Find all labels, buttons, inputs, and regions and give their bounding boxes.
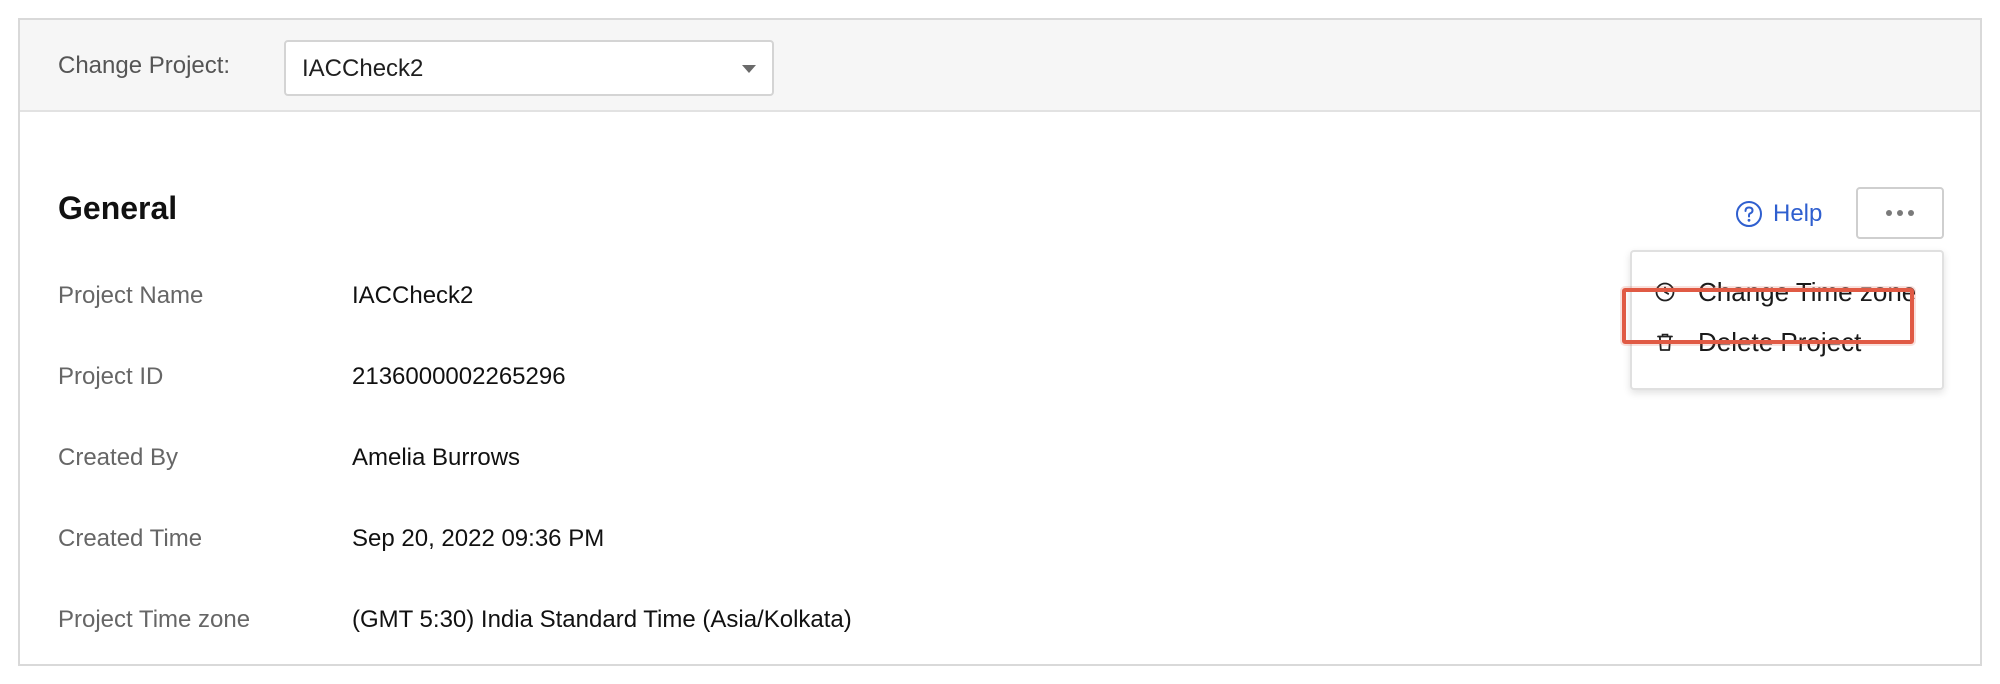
menu-item-label: Delete Project [1698,326,1862,357]
more-dot-icon [1886,210,1892,216]
menu-item-change-time-zone[interactable]: Change Time zone [1632,268,1942,316]
help-link[interactable]: Help [1735,196,1822,232]
created-by-value: Amelia Burrows [352,444,521,471]
clock-icon [1655,282,1675,302]
project-switcher-bar: Change Project: IACCheck2 [20,20,1980,112]
trash-icon [1657,333,1673,351]
project-select-value: IACCheck2 [302,55,424,82]
menu-item-label: Change Time zone [1698,276,1917,307]
created-time-label: Created Time [58,525,203,552]
project-id-label: Project ID [58,363,164,390]
help-label: Help [1773,200,1823,227]
project-id-value: 2136000002265296 [352,363,566,390]
project-select[interactable]: IACCheck2 [284,40,774,96]
more-dot-icon [1897,210,1903,216]
help-circle-icon [1736,201,1762,227]
project-name-label: Project Name [58,282,204,309]
project-timezone-label: Project Time zone [58,606,251,633]
section-title: General [58,190,178,226]
created-by-label: Created By [58,444,179,471]
project-name-value: IACCheck2 [352,282,474,309]
more-dot-icon [1908,210,1914,216]
chevron-down-icon [742,65,756,73]
project-timezone-value: (GMT 5:30) India Standard Time (Asia/Kol… [352,606,852,633]
change-project-label: Change Project: [58,52,231,79]
settings-panel: Change Project: IACCheck2 General Help P… [18,18,1982,666]
created-time-value: Sep 20, 2022 09:36 PM [352,525,605,552]
more-options-menu: Change Time zone Delete Project [1630,250,1944,390]
menu-item-delete-project[interactable]: Delete Project [1632,318,1942,366]
more-options-button[interactable] [1856,187,1944,239]
